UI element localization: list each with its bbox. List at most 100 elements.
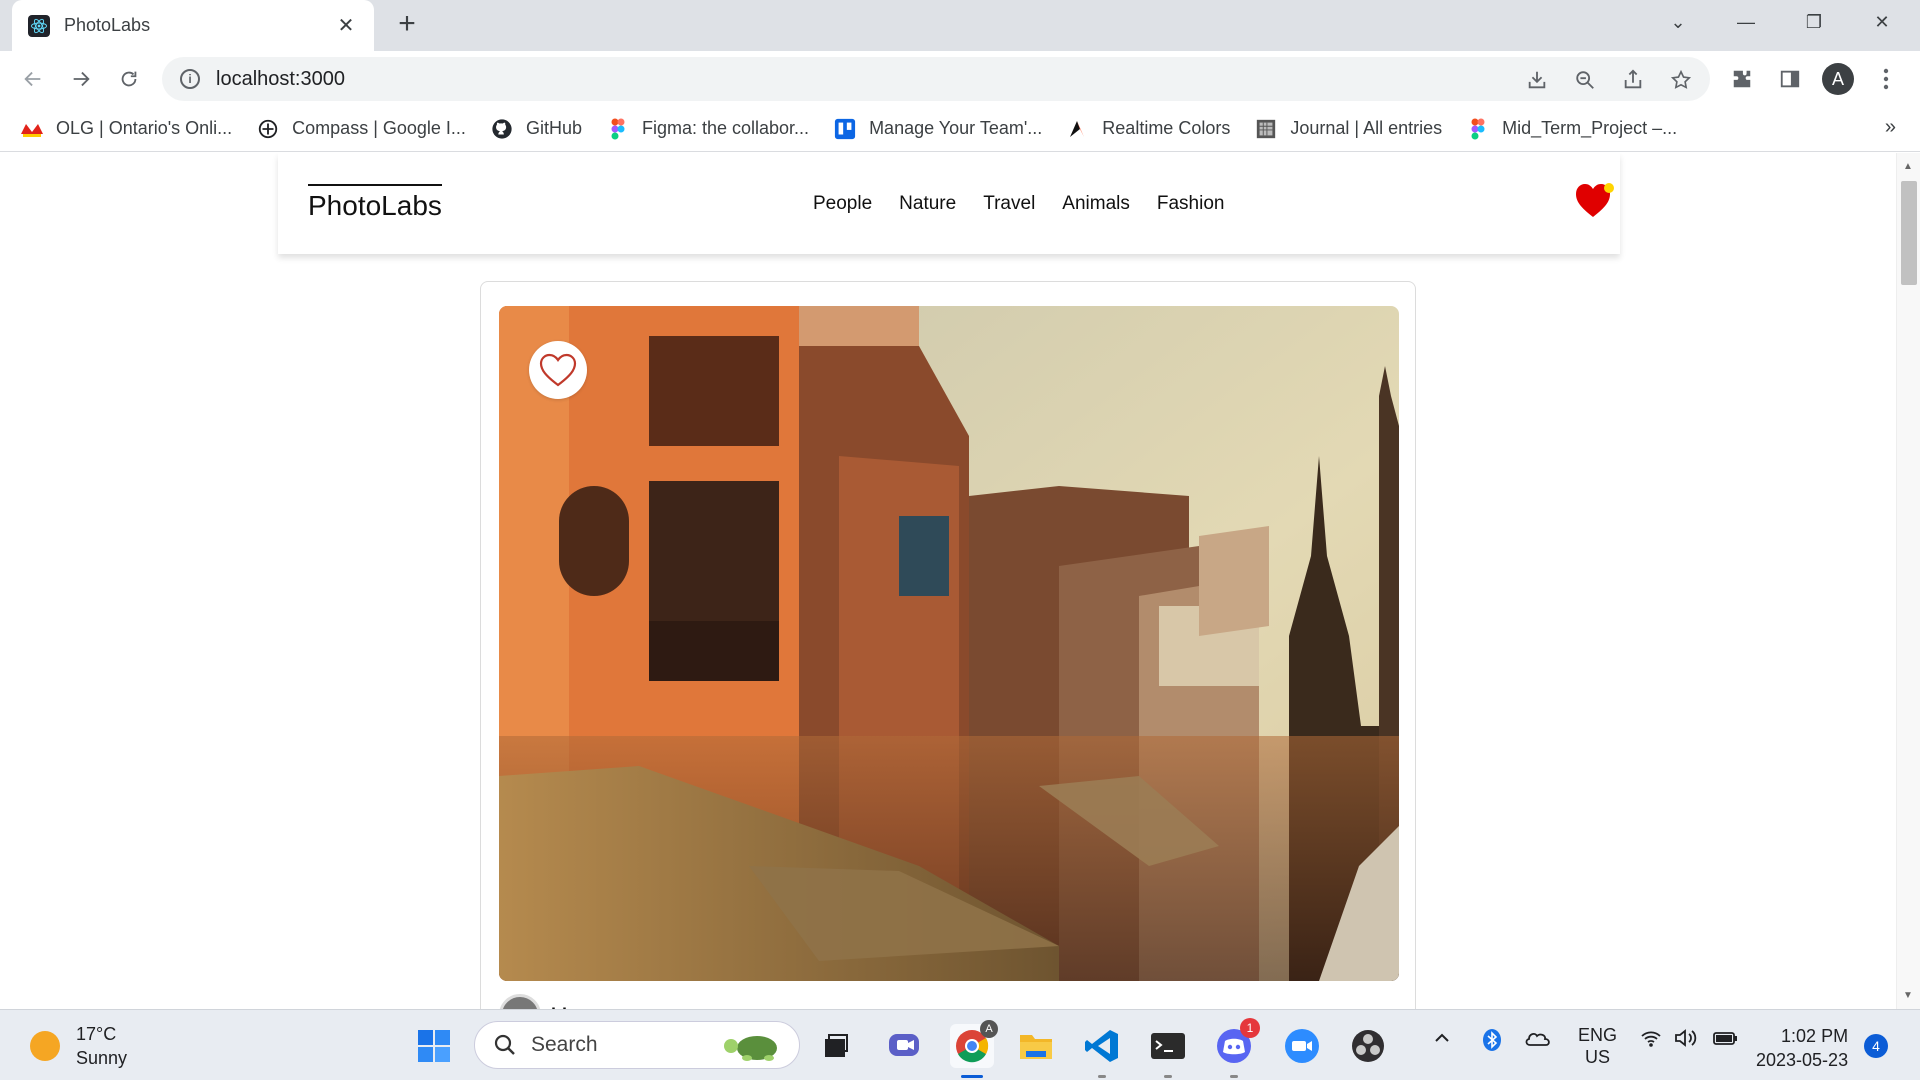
tab-title: PhotoLabs	[64, 15, 151, 35]
photo-image[interactable]	[499, 306, 1399, 981]
photo-user-info: jdoe	[499, 994, 588, 1009]
address-bar[interactable]: i localhost:3000	[162, 57, 1710, 101]
extensions-icon[interactable]	[1726, 63, 1758, 95]
discord-notification-badge: 1	[1240, 1018, 1260, 1038]
heart-outline-icon	[539, 353, 577, 387]
running-indicator	[1098, 1075, 1106, 1078]
photo-card[interactable]: jdoe	[480, 281, 1416, 1009]
zoom-app-icon	[1285, 1029, 1319, 1063]
back-arrow-icon	[24, 71, 41, 87]
bookmark-label: Figma: the collabor...	[641, 118, 810, 138]
bookmark-item[interactable]: Mid_Term_Project –...	[1466, 117, 1677, 141]
bookmarks-bar: OLG | Ontario's Onli... Compass | Google…	[0, 106, 1920, 152]
battery-icon[interactable]	[1712, 1028, 1738, 1053]
journal-icon	[1254, 117, 1278, 141]
bookmark-label: Manage Your Team'...	[869, 118, 1043, 138]
weather-description: Sunny	[76, 1048, 128, 1068]
bookmark-item[interactable]: GitHub	[490, 117, 582, 141]
zoom-icon[interactable]	[1570, 65, 1600, 95]
browser-menu-icon[interactable]	[1870, 63, 1902, 95]
side-panel-icon[interactable]	[1774, 63, 1806, 95]
page-scrollbar[interactable]: ▲ ▼	[1896, 153, 1920, 1009]
task-view-button[interactable]	[814, 1024, 858, 1068]
topic-fashion[interactable]: Fashion	[1157, 193, 1225, 215]
bookmark-item[interactable]: Journal | All entries	[1254, 117, 1442, 141]
notification-count-badge[interactable]: 4	[1864, 1034, 1888, 1058]
site-info-icon[interactable]: i	[180, 69, 200, 89]
chat-icon	[889, 1034, 919, 1056]
discord-button[interactable]: 1	[1212, 1018, 1260, 1078]
tab-strip: PhotoLabs ✕ + ⌄ — ❐ ✕	[0, 0, 1920, 51]
scroll-down-icon[interactable]: ▼	[1903, 990, 1913, 1001]
bookmark-item[interactable]: Manage Your Team'...	[833, 117, 1042, 141]
terminal-button[interactable]	[1146, 1024, 1190, 1078]
show-hidden-icons-icon[interactable]	[1432, 1028, 1452, 1053]
like-button[interactable]	[529, 341, 587, 399]
back-button[interactable]	[14, 60, 52, 98]
vscode-button[interactable]	[1080, 1024, 1124, 1078]
install-app-icon[interactable]	[1522, 65, 1552, 95]
zoom-button[interactable]	[1280, 1024, 1324, 1068]
onedrive-icon[interactable]	[1524, 1028, 1552, 1053]
running-indicator	[1164, 1075, 1172, 1078]
tab-close-icon[interactable]: ✕	[334, 13, 358, 38]
system-clock[interactable]: 1:02 PM 2023-05-23	[1756, 1024, 1848, 1072]
bookmark-item[interactable]: Realtime Colors	[1066, 117, 1230, 141]
tab-search-icon[interactable]: ⌄	[1644, 0, 1712, 44]
profile-avatar[interactable]: A	[1822, 63, 1854, 95]
scrollbar-thumb[interactable]	[1901, 181, 1917, 285]
chrome-taskbar-button[interactable]: A	[950, 1020, 998, 1078]
more-bookmarks-icon[interactable]: »	[1885, 116, 1896, 139]
avatar	[499, 994, 541, 1009]
teams-chat-button[interactable]	[882, 1024, 926, 1068]
olg-icon	[20, 117, 44, 141]
topic-people[interactable]: People	[813, 193, 872, 215]
reload-icon	[121, 71, 137, 87]
bookmark-label: Journal | All entries	[1290, 118, 1443, 138]
topic-animals[interactable]: Animals	[1062, 193, 1130, 215]
notification-dot-icon	[1604, 183, 1614, 193]
figma-icon	[606, 117, 630, 141]
file-explorer-button[interactable]	[1014, 1024, 1058, 1068]
reload-button[interactable]	[110, 60, 148, 98]
volume-icon[interactable]	[1674, 1028, 1698, 1053]
restore-button[interactable]: ❐	[1780, 0, 1848, 44]
folder-icon	[1020, 1035, 1052, 1059]
active-indicator	[961, 1075, 983, 1078]
obs-button[interactable]	[1346, 1024, 1390, 1068]
wifi-icon[interactable]	[1640, 1028, 1662, 1053]
search-label: Search	[531, 1033, 598, 1056]
topic-travel[interactable]: Travel	[983, 193, 1035, 215]
share-icon[interactable]	[1618, 65, 1648, 95]
browser-tab[interactable]: PhotoLabs ✕	[12, 0, 374, 51]
bookmark-label: Mid_Term_Project –...	[1502, 118, 1678, 138]
heart-icon	[1576, 183, 1614, 217]
weather-widget[interactable]: 17°C Sunny	[30, 1022, 127, 1070]
windows-logo-icon	[418, 1030, 450, 1062]
close-window-button[interactable]: ✕	[1848, 0, 1916, 44]
top-navigation: PhotoLabs People Nature Travel Animals F…	[278, 153, 1620, 254]
terminal-icon	[1151, 1033, 1185, 1059]
realtime-colors-icon	[1066, 117, 1090, 141]
bookmark-item[interactable]: Compass | Google I...	[256, 117, 466, 141]
favorites-badge[interactable]	[1574, 181, 1616, 221]
topic-list: People Nature Travel Animals Fashion	[813, 193, 1224, 215]
trello-icon	[833, 117, 857, 141]
scroll-up-icon[interactable]: ▲	[1903, 161, 1913, 172]
topic-nature[interactable]: Nature	[899, 193, 956, 215]
brand-logo[interactable]: PhotoLabs	[308, 184, 442, 222]
react-icon	[28, 14, 50, 37]
bookmark-star-icon[interactable]	[1666, 65, 1696, 95]
minimize-button[interactable]: —	[1712, 0, 1780, 44]
taskbar-search[interactable]: Search	[474, 1021, 800, 1069]
bookmark-item[interactable]: OLG | Ontario's Onli...	[20, 117, 232, 141]
page-viewport: PhotoLabs People Nature Travel Animals F…	[0, 153, 1920, 1009]
bookmark-item[interactable]: Figma: the collabor...	[606, 117, 809, 141]
start-button[interactable]	[412, 1024, 456, 1068]
bookmark-label: Compass | Google I...	[292, 118, 466, 138]
new-tab-button[interactable]: +	[390, 8, 424, 42]
language-indicator[interactable]: ENG US	[1578, 1024, 1617, 1068]
forward-button[interactable]	[62, 60, 100, 98]
bluetooth-icon[interactable]	[1482, 1028, 1502, 1057]
forward-arrow-icon	[73, 71, 90, 87]
